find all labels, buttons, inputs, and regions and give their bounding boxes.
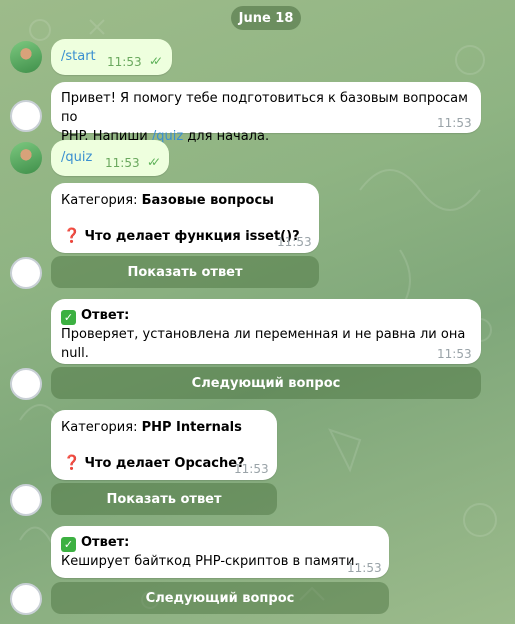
category-name: PHP Internals <box>141 420 242 435</box>
quiz-command-text[interactable]: /quiz <box>61 148 92 167</box>
category-label: Категория: <box>61 420 138 435</box>
next-question-button[interactable]: Следующий вопрос <box>51 582 389 614</box>
double-check-icon: ✓✓ <box>147 155 161 169</box>
message-time: 11:53 <box>277 235 312 249</box>
bot-avatar[interactable] <box>10 257 42 289</box>
checkbox-icon: ✓ <box>61 310 76 325</box>
answer-text: Проверяет, установлена ли переменная и н… <box>61 327 466 361</box>
checkbox-icon: ✓ <box>61 537 76 552</box>
category-name: Базовые вопросы <box>141 193 274 208</box>
answer-text: Кеширует байткод PHP-скриптов в памяти. <box>61 554 359 569</box>
bot-avatar[interactable] <box>10 100 42 132</box>
message-time: 11:53 <box>234 462 269 476</box>
message-start-command: /start 11:53 ✓✓ <box>51 39 172 75</box>
greeting-text-line1: Привет! Я помогу тебе подготовиться к ба… <box>61 91 468 125</box>
message-time: 11:53 <box>105 156 140 170</box>
message-answer-1: ✓ Ответ: Проверяет, установлена ли переме… <box>51 299 481 364</box>
question-text: Что делает Opcache? <box>84 456 245 471</box>
user-avatar[interactable] <box>10 41 42 73</box>
message-time: 11:53 <box>107 55 142 69</box>
show-answer-button[interactable]: Показать ответ <box>51 483 277 515</box>
user-avatar[interactable] <box>10 142 42 174</box>
greeting-text-line2-end: для начала. <box>183 129 270 144</box>
question-mark-icon: ❓ <box>63 455 81 471</box>
category-label: Категория: <box>61 193 138 208</box>
bot-avatar[interactable] <box>10 368 42 400</box>
show-answer-button[interactable]: Показать ответ <box>51 256 319 288</box>
answer-label: Ответ: <box>81 308 130 323</box>
message-quiz-command: /quiz 11:53 ✓✓ <box>51 140 169 176</box>
double-check-icon: ✓✓ <box>149 54 163 68</box>
message-time: 11:53 <box>437 347 472 361</box>
message-time: 11:53 <box>347 561 382 575</box>
question-mark-icon: ❓ <box>63 228 81 244</box>
message-question-1: Категория: Базовые вопросы ❓ Что делает ф… <box>51 183 319 253</box>
message-answer-2: ✓ Ответ: Кеширует байткод PHP-скриптов в … <box>51 526 389 578</box>
message-question-2: Категория: PHP Internals ❓ Что делает Opc… <box>51 410 277 480</box>
bot-avatar[interactable] <box>10 583 42 615</box>
answer-label: Ответ: <box>81 535 130 550</box>
date-separator: June 18 <box>231 6 301 30</box>
next-question-button[interactable]: Следующий вопрос <box>51 367 481 399</box>
start-command-text[interactable]: /start <box>61 47 96 66</box>
message-greeting: Привет! Я помогу тебе подготовиться к ба… <box>51 82 481 144</box>
question-text: Что делает функция isset()? <box>84 229 300 244</box>
message-time: 11:53 <box>437 116 472 130</box>
bot-avatar[interactable] <box>10 484 42 516</box>
